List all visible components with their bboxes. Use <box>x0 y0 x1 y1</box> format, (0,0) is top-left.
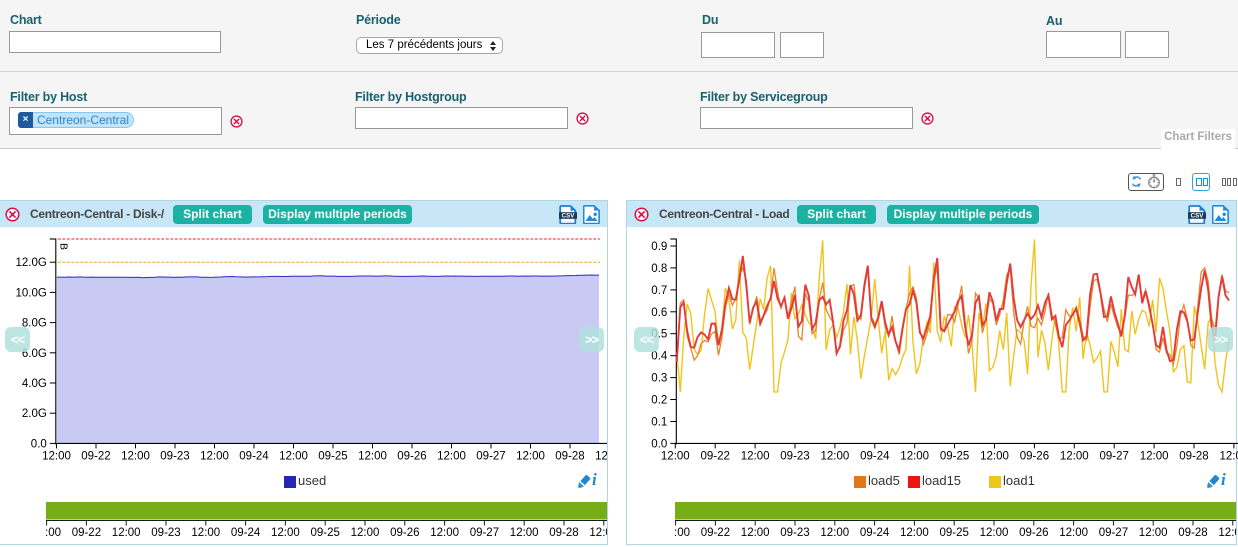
svg-text:0.9: 0.9 <box>651 241 667 253</box>
svg-text:09-28: 09-28 <box>1179 450 1208 461</box>
svg-text:12:00: 12:00 <box>589 527 607 539</box>
svg-text:12:00: 12:00 <box>46 527 61 539</box>
svg-text:12:00: 12:00 <box>1139 527 1168 539</box>
svg-text:12:00: 12:00 <box>741 527 770 539</box>
svg-text:09-26: 09-26 <box>1019 527 1048 539</box>
svg-text:12:00: 12:00 <box>900 527 929 539</box>
svg-text:09-23: 09-23 <box>780 527 809 539</box>
svg-text:12:00: 12:00 <box>200 450 229 461</box>
svg-text:09-22: 09-22 <box>81 450 110 461</box>
svg-text:12:00: 12:00 <box>675 527 690 539</box>
svg-text:0.2: 0.2 <box>651 395 667 407</box>
svg-text:09-25: 09-25 <box>310 527 339 539</box>
svg-text:0.0: 0.0 <box>651 438 667 450</box>
svg-text:0.1: 0.1 <box>651 417 667 429</box>
svg-text:12:00: 12:00 <box>351 527 380 539</box>
svg-text:12:00: 12:00 <box>510 527 539 539</box>
svg-text:0.0: 0.0 <box>31 438 47 450</box>
svg-text:12:00: 12:00 <box>430 527 459 539</box>
svg-text:12:00: 12:00 <box>516 450 545 461</box>
svg-text:0.6: 0.6 <box>651 307 667 319</box>
svg-text:09-28: 09-28 <box>549 527 578 539</box>
svg-text:12:00: 12:00 <box>1059 527 1088 539</box>
svg-text:CSV: CSV <box>562 213 576 220</box>
svg-text:09-25: 09-25 <box>940 450 969 461</box>
svg-text:12:00: 12:00 <box>980 527 1009 539</box>
svg-text:12:00: 12:00 <box>1060 450 1089 461</box>
svg-text:09-27: 09-27 <box>1099 527 1128 539</box>
svg-text:12:00: 12:00 <box>437 450 466 461</box>
svg-text:B: B <box>57 243 69 250</box>
svg-text:0.4: 0.4 <box>651 351 668 363</box>
svg-text:09-26: 09-26 <box>390 527 419 539</box>
svg-text:12:00: 12:00 <box>121 450 150 461</box>
svg-text:09-23: 09-23 <box>160 450 189 461</box>
svg-text:09-27: 09-27 <box>476 450 505 461</box>
svg-text:09-27: 09-27 <box>470 527 499 539</box>
svg-text:09-28: 09-28 <box>1178 527 1207 539</box>
svg-text:09-23: 09-23 <box>780 450 809 461</box>
svg-text:09-23: 09-23 <box>151 527 180 539</box>
svg-text:09-26: 09-26 <box>397 450 426 461</box>
svg-text:09-25: 09-25 <box>318 450 347 461</box>
svg-text:12:00: 12:00 <box>1218 527 1236 539</box>
svg-text:12:00: 12:00 <box>980 450 1009 461</box>
svg-text:09-22: 09-22 <box>700 450 729 461</box>
svg-text:09-28: 09-28 <box>555 450 584 461</box>
svg-text:12:00: 12:00 <box>741 450 770 461</box>
svg-text:0.7: 0.7 <box>651 285 667 297</box>
svg-text:09-22: 09-22 <box>701 527 730 539</box>
svg-text:09-27: 09-27 <box>1099 450 1128 461</box>
svg-text:4.0G: 4.0G <box>22 378 47 390</box>
svg-text:12:00: 12:00 <box>1220 450 1238 461</box>
svg-text:09-24: 09-24 <box>860 450 890 461</box>
svg-text:0.8: 0.8 <box>651 263 667 275</box>
svg-text:12:00: 12:00 <box>42 450 71 461</box>
svg-text:09-24: 09-24 <box>231 527 261 539</box>
svg-text:09-22: 09-22 <box>72 527 101 539</box>
svg-text:12:00: 12:00 <box>595 450 607 461</box>
svg-text:09-25: 09-25 <box>939 527 968 539</box>
svg-text:12:00: 12:00 <box>271 527 300 539</box>
svg-text:CSV: CSV <box>1191 213 1205 220</box>
svg-text:12.0G: 12.0G <box>15 257 46 269</box>
svg-text:12:00: 12:00 <box>358 450 387 461</box>
svg-text:09-24: 09-24 <box>860 527 890 539</box>
svg-text:12:00: 12:00 <box>112 527 141 539</box>
svg-text:2.0G: 2.0G <box>22 408 47 420</box>
svg-text:09-24: 09-24 <box>239 450 269 461</box>
svg-text:12:00: 12:00 <box>1140 450 1169 461</box>
svg-text:12:00: 12:00 <box>279 450 308 461</box>
svg-text:09-26: 09-26 <box>1020 450 1049 461</box>
svg-text:12:00: 12:00 <box>191 527 220 539</box>
svg-text:12:00: 12:00 <box>821 450 850 461</box>
svg-text:0.3: 0.3 <box>651 373 667 385</box>
svg-text:10.0G: 10.0G <box>15 287 46 299</box>
svg-text:12:00: 12:00 <box>661 450 690 461</box>
svg-text:12:00: 12:00 <box>900 450 929 461</box>
svg-text:12:00: 12:00 <box>820 527 849 539</box>
